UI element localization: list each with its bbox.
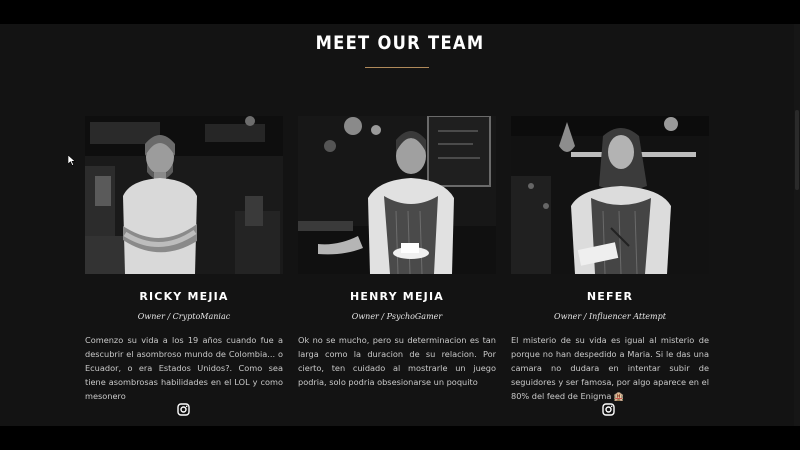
team-photo <box>511 116 709 274</box>
member-name: HENRY MEJIA <box>350 290 444 303</box>
member-name: NEFER <box>586 290 634 303</box>
team-card: NEFER Owner / Influencer Attempt El mist… <box>511 116 709 403</box>
instagram-icon[interactable] <box>602 401 616 416</box>
member-bio: Comenzo su vida a los 19 años cuando fue… <box>85 335 283 401</box>
scrollbar[interactable] <box>794 24 800 426</box>
bottom-bar <box>0 426 800 450</box>
mouse-cursor-icon <box>67 151 76 170</box>
member-name: RICKY MEJIA <box>139 290 229 303</box>
team-photo <box>298 116 496 274</box>
scrollbar-thumb[interactable] <box>795 110 799 190</box>
team-card: HENRY MEJIA Owner / PsychoGamer Ok no se… <box>298 116 496 389</box>
member-role: Owner / PsychoGamer <box>351 312 443 321</box>
member-bio: El misterio de su vida es igual al miste… <box>511 335 709 401</box>
member-role: Owner / Influencer Attempt <box>554 312 666 321</box>
top-bar <box>0 0 800 24</box>
team-card: RICKY MEJIA Owner / CryptoManiac Comenzo… <box>85 116 283 403</box>
member-role: Owner / CryptoManiac <box>137 312 231 321</box>
instagram-icon[interactable] <box>177 401 191 416</box>
member-bio: Ok no se mucho, pero su determinacion es… <box>298 335 496 387</box>
team-photo <box>85 116 283 274</box>
title-divider <box>365 67 429 68</box>
section-title: MEET OUR TEAM <box>315 32 485 54</box>
